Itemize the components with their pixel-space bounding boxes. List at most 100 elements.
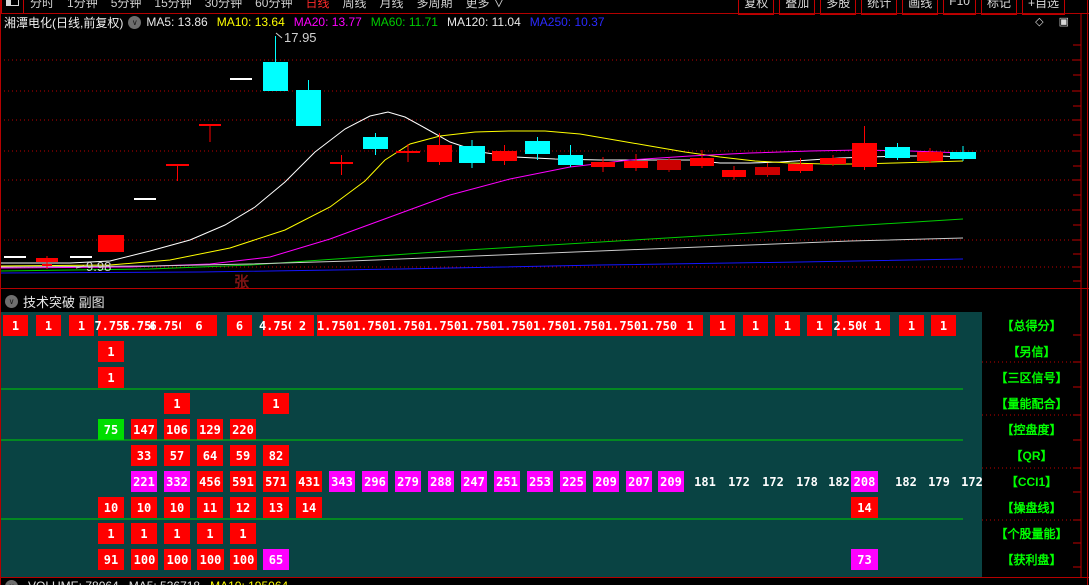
menu-item-period-7[interactable]: 周线	[342, 0, 366, 10]
toolbar-button-0[interactable]: 复权	[738, 0, 775, 15]
toolbar-buttons: 复权 叠加 多股 统计 画线 F10 标记 +自选	[733, 0, 1065, 15]
volume-text: MA5: 536718	[129, 579, 200, 585]
indicator-cell: 11	[197, 497, 223, 518]
candlestick	[788, 164, 813, 171]
indicator-cell: 332	[164, 471, 190, 492]
menu-item-period-8[interactable]: 月线	[380, 0, 404, 10]
menu-item-period-4[interactable]: 30分钟	[205, 0, 242, 10]
indicator-cell: 456	[197, 471, 223, 492]
indicator-cell: 1	[98, 523, 124, 544]
indicator-cell: 181	[694, 474, 716, 489]
indicator-cell: 1.750	[605, 315, 641, 336]
window-layout-button[interactable]	[1, 0, 24, 14]
indicator-cell: 73	[851, 549, 878, 570]
indicator-cell: 10	[164, 497, 190, 518]
indicator-cell: 209	[658, 471, 684, 492]
ma-value: MA10: 13.64	[216, 15, 285, 29]
indicator-cell: 207	[626, 471, 652, 492]
menu-item-period-9[interactable]: 多周期	[417, 0, 453, 10]
indicator-label: 【总得分】	[1001, 319, 1062, 333]
indicator-cell: 59	[230, 445, 256, 466]
period-menu-bar: 分时 1分钟 5分钟 15分钟 30分钟 60分钟 日线 周线 月线 多周期 更多 ∨ 复权 叠加 多股…	[0, 0, 1089, 15]
indicator-cell: 1	[899, 315, 924, 336]
candlestick	[624, 161, 648, 168]
indicator-cell: 1	[36, 315, 61, 336]
toolbar-button-1[interactable]: 叠加	[779, 0, 816, 15]
indicator-cell: 1	[807, 315, 832, 336]
indicator-cell: 1	[98, 367, 124, 388]
indicator-cell: 75	[98, 419, 124, 440]
indicator-cell: 1.750	[569, 315, 605, 336]
candlestick	[427, 145, 452, 162]
indicator-cell: 57	[164, 445, 190, 466]
indicator-cell: 6	[227, 315, 252, 336]
chart-corner-icons[interactable]: ◇ ▣	[1035, 15, 1075, 28]
window-layout-icon	[6, 0, 19, 6]
candlestick	[525, 141, 550, 154]
indicator-cell: 1	[263, 393, 289, 414]
indicator-cell: 4.750	[259, 315, 295, 336]
stock-info-bar: 湘潭电化(日线,前复权) ∨ MA5: 13.86 MA10: 13.64 MA20…	[0, 15, 1089, 30]
menu-item-period-0[interactable]: 分时	[30, 0, 54, 10]
menu-item-period-2[interactable]: 5分钟	[111, 0, 142, 10]
candlestick	[690, 158, 714, 166]
indicator-cell: 129	[197, 419, 223, 440]
indicator-cell: 64	[197, 445, 223, 466]
menu-item-period-3[interactable]: 15分钟	[154, 0, 191, 10]
ma-legend: MA5: 13.86 MA10: 13.64 MA20: 13.77 MA60: 11…	[146, 15, 613, 29]
ma-value: MA250: 10.37	[529, 15, 605, 29]
candlestick	[492, 151, 517, 161]
candlestick	[657, 160, 681, 170]
indicator-cell: 100	[230, 549, 257, 570]
toolbar-button-6[interactable]: 标记	[980, 0, 1017, 15]
high-pointer	[275, 32, 283, 39]
subchart-title: 技术突破 副图	[23, 294, 105, 310]
period-menu-items: 分时 1分钟 5分钟 15分钟 30分钟 60分钟 日线 周线 月线 多周期 更多 ∨	[30, 0, 518, 12]
high-annotation: 17.95	[284, 30, 317, 45]
subchart-header: ∨ 技术突破 副图	[0, 291, 1089, 311]
indicator-cell: 182	[895, 474, 917, 489]
toolbar-button-5[interactable]: F10	[943, 0, 976, 15]
chevron-down-icon[interactable]: ∨	[128, 15, 142, 29]
indicator-cell: 220	[230, 419, 256, 440]
candlestick	[98, 235, 124, 252]
toolbar-button-4[interactable]: 画线	[902, 0, 939, 15]
toolbar-button-3[interactable]: 统计	[861, 0, 898, 15]
indicator-cell: 100	[164, 549, 191, 570]
indicator-cell: 279	[395, 471, 421, 492]
indicator-cell: 91	[98, 549, 124, 570]
indicator-cell: 1.750	[497, 315, 533, 336]
indicator-cell: 10	[98, 497, 124, 518]
menu-item-period-10[interactable]: 更多 ∨	[466, 0, 505, 10]
ma60-line	[0, 218, 964, 272]
candlestick	[363, 137, 388, 149]
indicator-cell: 221	[131, 471, 157, 492]
volume-status-bar: ∨ VOLUME: 78064 MA5: 536718 MA10: 195064	[0, 578, 1089, 585]
candlestick	[722, 170, 746, 177]
indicator-cell: 65	[263, 549, 289, 570]
low-pointer	[75, 265, 85, 269]
indicator-cell: 1	[743, 315, 768, 336]
volume-text: VOLUME: 78064	[28, 579, 119, 585]
candlestick	[885, 147, 910, 158]
toolbar-button-7[interactable]: +自选	[1021, 0, 1065, 15]
watermark: 张	[234, 274, 250, 291]
ma20-line	[0, 149, 964, 269]
toolbar-button-2[interactable]: 多股	[820, 0, 857, 15]
indicator-cell: 1	[230, 523, 256, 544]
indicator-cell: 1.750	[425, 315, 461, 336]
ma10-line	[0, 130, 964, 267]
indicator-cell: 6	[181, 315, 217, 336]
indicator-cell: 251	[494, 471, 520, 492]
menu-item-period-1[interactable]: 1分钟	[67, 0, 98, 10]
indicator-cell: 1	[931, 315, 956, 336]
indicator-cell: 182	[828, 474, 850, 489]
indicator-cell: 172	[762, 474, 784, 489]
chevron-down-icon[interactable]: ∨	[5, 579, 18, 585]
indicator-cell: 1	[131, 523, 157, 544]
chevron-down-icon[interactable]: ∨	[5, 294, 18, 308]
menu-item-period-5[interactable]: 60分钟	[255, 0, 292, 10]
menu-item-period-6[interactable]: 日线	[305, 0, 329, 10]
indicator-cell: 209	[593, 471, 619, 492]
indicator-cell: 106	[164, 419, 190, 440]
